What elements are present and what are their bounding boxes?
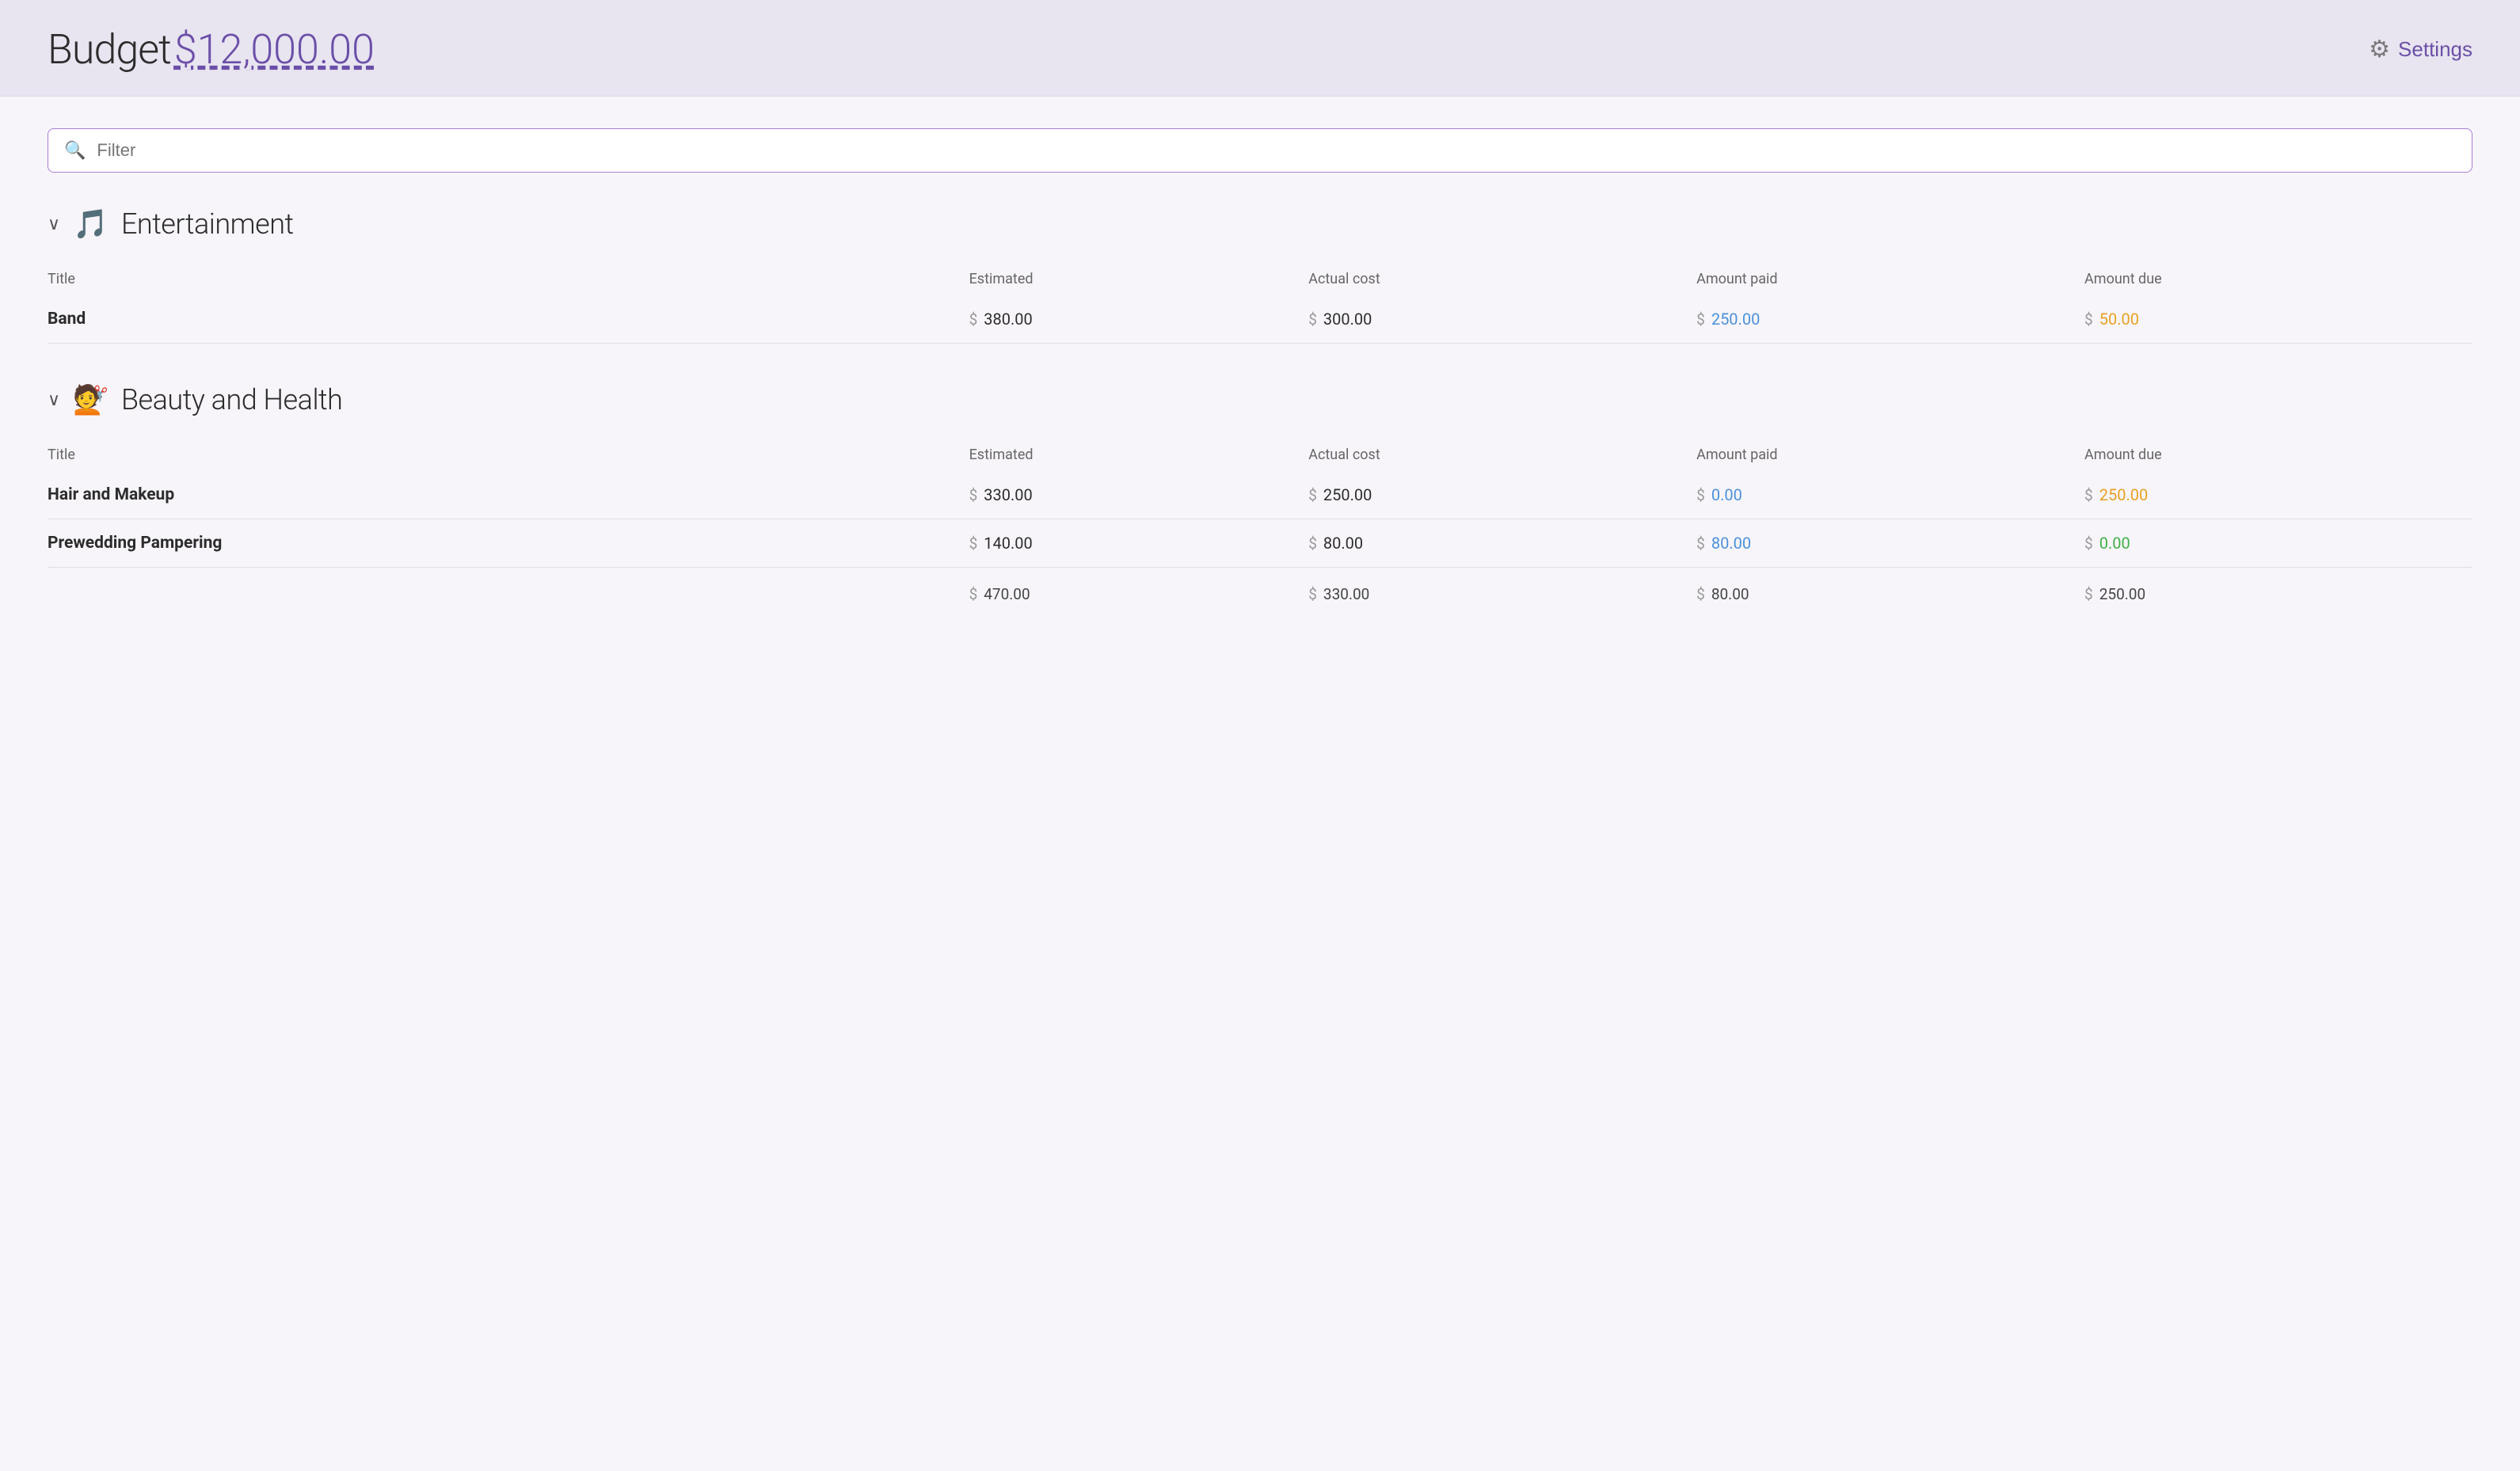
dollar-sign-icon: $ — [2084, 534, 2093, 553]
item-title-cell[interactable]: Hair and Makeup — [48, 471, 969, 519]
col-header-estimated: Estimated — [969, 439, 1309, 471]
dollar-sign-icon: $ — [2084, 486, 2093, 504]
actual-cost-value: 250.00 — [1323, 485, 1372, 504]
item-title-cell[interactable]: Band — [48, 295, 969, 344]
estimated-cell: $140.00 — [969, 519, 1309, 568]
totals-empty-cell — [48, 568, 969, 618]
amount-due-value: 50.00 — [2099, 310, 2139, 329]
col-header-title: Title — [48, 263, 969, 295]
search-icon: 🔍 — [64, 141, 86, 161]
filter-input[interactable] — [97, 140, 2456, 161]
dollar-sign-icon: $ — [1696, 534, 1705, 553]
col-header-actual-cost: Actual cost — [1308, 263, 1696, 295]
actual-cost-cell: $300.00 — [1308, 295, 1696, 344]
settings-button[interactable]: ⚙ Settings — [2369, 36, 2472, 63]
budget-amount[interactable]: $12,000.00 — [174, 25, 375, 74]
amount-paid-cell: $0.00 — [1696, 471, 2084, 519]
estimated-cell: $380.00 — [969, 295, 1309, 344]
estimated-value: 140.00 — [984, 534, 1032, 553]
table-row: Hair and Makeup$330.00$250.00$0.00$250.0… — [48, 471, 2472, 519]
totals-row: $470.00$330.00$80.00$250.00 — [48, 568, 2472, 618]
dollar-sign-icon: $ — [1696, 310, 1705, 329]
col-header-amount-paid: Amount paid — [1696, 263, 2084, 295]
dollar-sign-icon: $ — [1308, 310, 1317, 329]
amount-paid-value: 80.00 — [1711, 534, 1751, 553]
dollar-sign-icon: $ — [969, 486, 978, 504]
actual-cost-cell: $250.00 — [1308, 471, 1696, 519]
col-header-amount-paid: Amount paid — [1696, 439, 2084, 471]
estimated-cell: $330.00 — [969, 471, 1309, 519]
col-header-amount-due: Amount due — [2084, 263, 2472, 295]
actual-cost-value: 80.00 — [1323, 534, 1363, 553]
budget-title-group: Budget $12,000.00 — [48, 25, 375, 74]
amount-due-value: 0.00 — [2099, 534, 2130, 553]
budget-table-beauty-health: TitleEstimatedActual costAmount paidAmou… — [48, 439, 2472, 618]
amount-paid-cell: $250.00 — [1696, 295, 2084, 344]
amount-paid-cell: $80.00 — [1696, 519, 2084, 568]
category-header-entertainment[interactable]: ∨ 🎵 Entertainment — [48, 207, 2472, 241]
estimated-value: 380.00 — [984, 310, 1032, 329]
settings-label: Settings — [2398, 37, 2472, 62]
dollar-sign-icon: $ — [969, 534, 978, 553]
amount-due-cell: $50.00 — [2084, 295, 2472, 344]
category-header-beauty-health[interactable]: ∨ 💇 Beauty and Health — [48, 383, 2472, 416]
totals-actual-cell: $330.00 — [1308, 568, 1696, 618]
page-header: Budget $12,000.00 ⚙ Settings — [0, 0, 2520, 97]
dollar-sign-icon: $ — [2084, 310, 2093, 329]
budget-table-entertainment: TitleEstimatedActual costAmount paidAmou… — [48, 263, 2472, 344]
item-title-cell[interactable]: Prewedding Pampering — [48, 519, 969, 568]
col-header-estimated: Estimated — [969, 263, 1309, 295]
gear-icon: ⚙ — [2369, 36, 2390, 63]
amount-due-cell: $0.00 — [2084, 519, 2472, 568]
totals-due-cell: $250.00 — [2084, 568, 2472, 618]
table-row: Band$380.00$300.00$250.00$50.00 — [48, 295, 2472, 344]
actual-cost-cell: $80.00 — [1308, 519, 1696, 568]
dollar-sign-icon: $ — [1696, 486, 1705, 504]
chevron-down-icon: ∨ — [48, 390, 60, 410]
category-title-beauty-health: Beauty and Health — [121, 383, 342, 416]
filter-bar: 🔍 — [48, 128, 2472, 173]
categories-container: ∨🎵EntertainmentTitleEstimatedActual cost… — [48, 207, 2472, 618]
col-header-actual-cost: Actual cost — [1308, 439, 1696, 471]
dollar-sign-icon: $ — [1308, 486, 1317, 504]
category-section-beauty-health: ∨ 💇 Beauty and Health TitleEstimatedActual … — [48, 383, 2472, 618]
dollar-sign-icon: $ — [1308, 534, 1317, 553]
amount-paid-value: 0.00 — [1711, 485, 1742, 504]
category-section-entertainment: ∨ 🎵 Entertainment TitleEstimatedActual cost… — [48, 207, 2472, 344]
category-title-entertainment: Entertainment — [121, 207, 294, 241]
col-header-amount-due: Amount due — [2084, 439, 2472, 471]
main-content: 🔍 ∨🎵EntertainmentTitleEstimatedActual co… — [0, 97, 2520, 1471]
entertainment-category-icon: 🎵 — [73, 207, 108, 241]
amount-due-cell: $250.00 — [2084, 471, 2472, 519]
totals-paid-cell: $80.00 — [1696, 568, 2084, 618]
col-header-title: Title — [48, 439, 969, 471]
actual-cost-value: 300.00 — [1323, 310, 1372, 329]
beauty-health-category-icon: 💇 — [73, 383, 108, 416]
budget-label: Budget — [48, 25, 171, 74]
dollar-sign-icon: $ — [969, 310, 978, 329]
amount-paid-value: 250.00 — [1711, 310, 1760, 329]
estimated-value: 330.00 — [984, 485, 1032, 504]
chevron-down-icon: ∨ — [48, 215, 60, 234]
amount-due-value: 250.00 — [2099, 485, 2148, 504]
totals-estimated-cell: $470.00 — [969, 568, 1309, 618]
table-row: Prewedding Pampering$140.00$80.00$80.00$… — [48, 519, 2472, 568]
